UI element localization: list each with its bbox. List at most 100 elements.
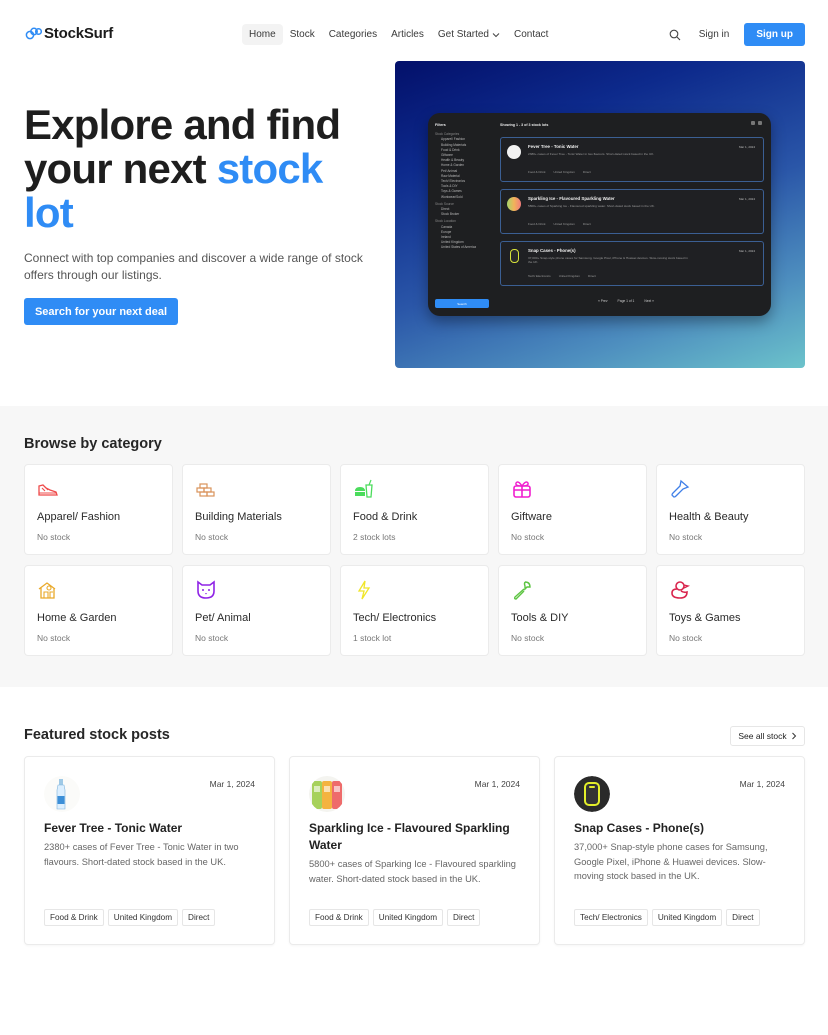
nav-link-articles[interactable]: Articles bbox=[384, 24, 431, 45]
preview-tag: Tech/ Electronics bbox=[528, 274, 551, 278]
preview-card: Sparkling Ice - Flavoured Sparkling Wate… bbox=[500, 189, 764, 234]
nav-link-stock[interactable]: Stock bbox=[283, 24, 322, 45]
hero-subtitle: Connect with top companies and discover … bbox=[24, 251, 363, 282]
category-count: No stock bbox=[511, 633, 545, 643]
category-count: No stock bbox=[669, 532, 703, 542]
top-navigation: StockSurf Home Stock Categories Articles… bbox=[0, 0, 828, 70]
category-card-home-garden[interactable]: Home & Garden No stock bbox=[24, 565, 173, 656]
bottle-icon bbox=[44, 776, 80, 812]
preview-tag: United Kingdom bbox=[553, 222, 575, 226]
category-card-apparel[interactable]: Apparel/ Fashion No stock bbox=[24, 464, 173, 555]
post-title[interactable]: Fever Tree - Tonic Water bbox=[44, 820, 259, 837]
preview-tag: Food & Drink bbox=[528, 222, 546, 226]
hero-title-line1: Explore and find bbox=[24, 101, 341, 148]
dog-icon bbox=[197, 580, 215, 599]
featured-post-card[interactable]: Mar 1, 2024 Sparkling Ice - Flavoured Sp… bbox=[289, 756, 540, 945]
post-tag[interactable]: United Kingdom bbox=[107, 909, 179, 926]
nav-link-label: Stock bbox=[289, 29, 315, 40]
post-tag[interactable]: Direct bbox=[447, 909, 481, 926]
tonic-bottle-thumbnail bbox=[44, 776, 80, 812]
post-date: Mar 1, 2024 bbox=[474, 779, 520, 789]
preview-tag: Direct bbox=[582, 170, 591, 174]
lightning-icon bbox=[357, 580, 371, 600]
search-deal-button[interactable]: Search for your next deal bbox=[24, 298, 178, 325]
torch-icon bbox=[671, 479, 690, 498]
post-tags: Food & Drink United Kingdom Direct bbox=[44, 909, 216, 926]
post-tag[interactable]: United Kingdom bbox=[372, 909, 444, 926]
preview-filters-title: Filters bbox=[435, 123, 446, 127]
hero-title-line2: your next bbox=[24, 145, 217, 192]
category-card-food-drink[interactable]: Food & Drink 2 stock lots bbox=[340, 464, 489, 555]
logo-icon bbox=[25, 27, 42, 40]
phone-icon bbox=[574, 776, 610, 812]
post-tag[interactable]: Direct bbox=[726, 909, 760, 926]
search-icon bbox=[669, 29, 681, 40]
category-count: No stock bbox=[37, 633, 71, 643]
post-tag[interactable]: Food & Drink bbox=[44, 909, 104, 926]
post-tag[interactable]: United Kingdom bbox=[651, 909, 723, 926]
gift-icon bbox=[513, 481, 531, 498]
post-tag[interactable]: Tech/ Electronics bbox=[574, 909, 648, 926]
preview-card-date: Mar 1, 2024 bbox=[738, 249, 755, 253]
preview-filters: Filters Stock Categories Apparel/ Fashio… bbox=[435, 123, 490, 251]
preview-filter-item: Workwear/Sold bbox=[441, 194, 463, 199]
preview-prev: « Prev bbox=[598, 299, 608, 303]
hero-preview-image: Filters Stock Categories Apparel/ Fashio… bbox=[395, 61, 805, 368]
preview-card-tags: Tech/ Electronics United Kingdom Direct bbox=[528, 274, 596, 278]
category-section: Browse by category Apparel/ Fashion No s… bbox=[0, 406, 828, 687]
category-name: Giftware bbox=[511, 511, 552, 523]
duck-icon bbox=[671, 581, 691, 599]
preview-card-desc: 5800+ cases of Sparking Ice - Flavoured … bbox=[528, 204, 655, 208]
category-card-giftware[interactable]: Giftware No stock bbox=[498, 464, 647, 555]
preview-filter-item: United States of America bbox=[441, 245, 477, 250]
sign-up-button[interactable]: Sign up bbox=[744, 23, 805, 46]
featured-section-title: Featured stock posts bbox=[24, 727, 170, 743]
post-tags: Food & Drink United Kingdom Direct bbox=[309, 909, 481, 926]
nav-link-home[interactable]: Home bbox=[242, 24, 283, 45]
category-card-pet-animal[interactable]: Pet/ Animal No stock bbox=[182, 565, 331, 656]
nav-link-contact[interactable]: Contact bbox=[507, 24, 555, 45]
post-title[interactable]: Sparkling Ice - Flavoured Sparkling Wate… bbox=[309, 820, 524, 854]
chevron-down-icon bbox=[492, 32, 500, 37]
preview-filter-item: Stock Broker bbox=[441, 212, 460, 217]
featured-post-card[interactable]: Mar 1, 2024 Snap Cases - Phone(s) 37,000… bbox=[554, 756, 805, 945]
category-grid: Apparel/ Fashion No stock Building Mater… bbox=[24, 464, 805, 656]
search-button[interactable] bbox=[665, 25, 685, 45]
logo[interactable]: StockSurf bbox=[25, 25, 113, 42]
cans-icon bbox=[309, 776, 345, 812]
preview-card-desc: 37,000+ Snap-style phone cases for Samsu… bbox=[528, 256, 688, 265]
category-card-health-beauty[interactable]: Health & Beauty No stock bbox=[656, 464, 805, 555]
category-name: Health & Beauty bbox=[669, 511, 749, 523]
post-tags: Tech/ Electronics United Kingdom Direct bbox=[574, 909, 760, 926]
preview-pagination: « Prev Page 1 of 1 Next » bbox=[598, 299, 654, 303]
preview-card-title: Fever Tree - Tonic Water bbox=[528, 144, 579, 149]
preview-window: Filters Stock Categories Apparel/ Fashio… bbox=[428, 113, 771, 316]
nav-link-get-started[interactable]: Get Started bbox=[431, 24, 507, 45]
category-count: 1 stock lot bbox=[353, 633, 392, 643]
post-tag[interactable]: Direct bbox=[182, 909, 216, 926]
nav-link-categories[interactable]: Categories bbox=[322, 24, 384, 45]
preview-card-desc: 2380+ cases of Fever Tree - Tonic Water … bbox=[528, 152, 655, 156]
grid-icon bbox=[751, 121, 755, 125]
logo-text: StockSurf bbox=[44, 25, 114, 42]
category-card-building[interactable]: Building Materials No stock bbox=[182, 464, 331, 555]
preview-tag: Food & Drink bbox=[528, 170, 546, 174]
preview-card-tags: Food & Drink United Kingdom Direct bbox=[528, 170, 591, 174]
category-card-tech-electronics[interactable]: Tech/ Electronics 1 stock lot bbox=[340, 565, 489, 656]
post-tag[interactable]: Food & Drink bbox=[309, 909, 369, 926]
see-all-stock-button[interactable]: See all stock bbox=[730, 726, 805, 746]
featured-post-card[interactable]: Mar 1, 2024 Fever Tree - Tonic Water 238… bbox=[24, 756, 275, 945]
category-card-tools-diy[interactable]: Tools & DIY No stock bbox=[498, 565, 647, 656]
category-count: No stock bbox=[195, 633, 229, 643]
sign-in-link[interactable]: Sign in bbox=[699, 29, 730, 40]
category-name: Building Materials bbox=[195, 511, 282, 523]
post-title[interactable]: Snap Cases - Phone(s) bbox=[574, 820, 789, 837]
see-all-label: See all stock bbox=[738, 731, 787, 741]
category-card-toys-games[interactable]: Toys & Games No stock bbox=[656, 565, 805, 656]
nav-link-label: Contact bbox=[514, 29, 549, 40]
post-description: 2380+ cases of Fever Tree - Tonic Water … bbox=[44, 842, 239, 867]
phone-thumbnail-icon bbox=[510, 249, 519, 263]
preview-card-tags: Food & Drink United Kingdom Direct bbox=[528, 222, 591, 226]
preview-card-date: Mar 1, 2024 bbox=[738, 145, 755, 149]
category-count: No stock bbox=[37, 532, 71, 542]
